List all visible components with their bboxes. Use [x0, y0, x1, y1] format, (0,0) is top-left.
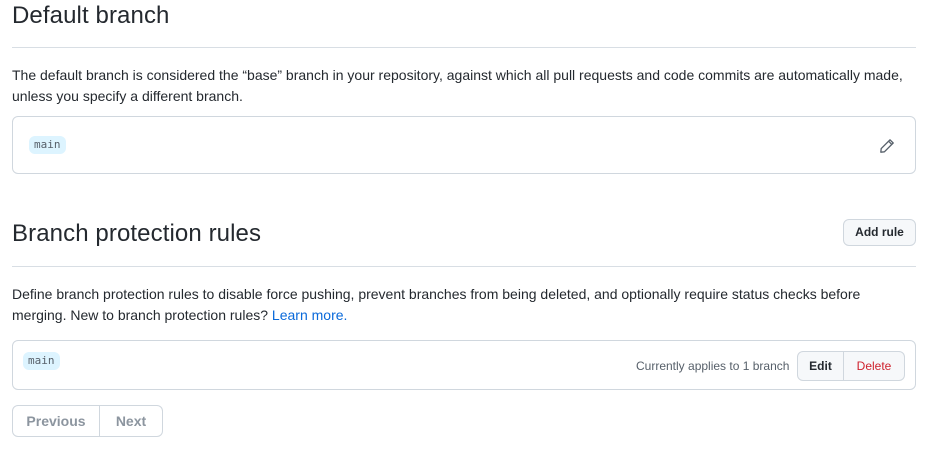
rule-applies-text: Currently applies to 1 branch — [636, 359, 790, 373]
default-branch-box: main — [12, 116, 916, 174]
branch-protection-heading: Branch protection rules — [12, 220, 262, 247]
default-branch-name: main — [29, 136, 66, 154]
edit-rule-button[interactable]: Edit — [797, 351, 844, 381]
previous-page-button[interactable]: Previous — [12, 405, 100, 437]
branch-protection-description-text: Define branch protection rules to disabl… — [12, 286, 861, 323]
section-divider — [12, 47, 916, 48]
add-rule-button[interactable]: Add rule — [843, 219, 916, 246]
branch-protection-description: Define branch protection rules to disabl… — [12, 284, 916, 326]
default-branch-heading: Default branch — [12, 2, 170, 29]
default-branch-description: The default branch is considered the “ba… — [12, 67, 903, 104]
rule-pattern: main — [23, 352, 60, 370]
rule-actions: Edit Delete — [797, 351, 905, 381]
next-page-button[interactable]: Next — [100, 405, 163, 437]
section-divider — [12, 266, 916, 267]
pencil-icon[interactable] — [879, 138, 895, 154]
delete-rule-button[interactable]: Delete — [844, 351, 905, 381]
protection-rule-row: main Currently applies to 1 branch Edit … — [12, 340, 916, 390]
pagination: Previous Next — [12, 405, 163, 437]
learn-more-link[interactable]: Learn more. — [272, 307, 347, 323]
